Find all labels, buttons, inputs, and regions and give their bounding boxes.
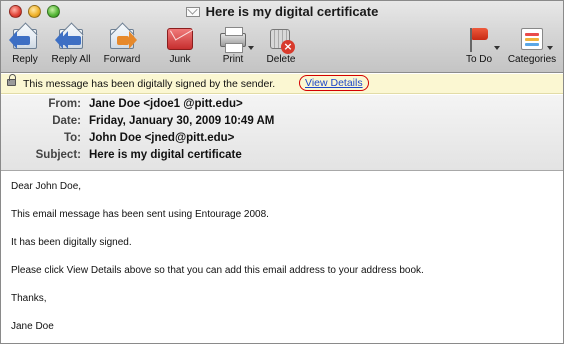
printer-icon [218,26,254,53]
chevron-down-icon [547,46,553,50]
reply-icon [9,26,40,52]
body-paragraph: Please click View Details above so that … [11,265,424,276]
envelope-icon [185,7,200,17]
subject-label: Subject: [35,149,81,161]
to-value[interactable]: John Doe <jned@pitt.edu> [89,132,234,144]
delete-button[interactable]: Delete [261,26,301,65]
junk-button[interactable]: Junk [163,26,197,65]
date-label: Date: [52,115,81,127]
to-label: To: [63,132,81,144]
security-bar: This message has been digitally signed b… [1,74,563,94]
message-header: From: Jane Doe <jdoe1 @pitt.edu> Date: F… [1,95,563,171]
closing: Thanks, [11,293,47,304]
reply-all-icon [55,26,86,52]
toolbar: Here is my digital certificate Reply Rep… [1,1,563,73]
flag-icon [464,26,500,52]
reply-all-button[interactable]: Reply All [46,26,96,65]
view-details-link[interactable]: View Details [299,75,369,91]
forward-button[interactable]: Forward [99,26,145,65]
subject-value: Here is my digital certificate [89,149,242,161]
to-row: To: John Doe <jned@pitt.edu> [1,132,563,150]
window-title-text: Here is my digital certificate [205,4,379,19]
signature: Jane Doe [11,321,54,332]
categories-button[interactable]: Categories [503,26,561,65]
reply-button[interactable]: Reply [8,26,42,65]
window-title: Here is my digital certificate [1,4,563,19]
print-button[interactable]: Print [215,26,254,65]
from-label: From: [48,98,81,110]
date-value: Friday, January 30, 2009 10:49 AM [89,115,275,127]
body-paragraph: This email message has been sent using E… [11,209,269,220]
categories-icon [517,26,553,52]
subject-row: Subject: Here is my digital certificate [1,149,563,167]
from-value[interactable]: Jane Doe <jdoe1 @pitt.edu> [89,98,243,110]
chevron-down-icon [248,46,254,50]
body-paragraph: It has been digitally signed. [11,237,132,248]
date-row: Date: Friday, January 30, 2009 10:49 AM [1,115,563,133]
chevron-down-icon [494,46,500,50]
security-message: This message has been digitally signed b… [23,78,276,90]
junk-icon [165,26,195,52]
trash-icon [266,26,296,54]
todo-button[interactable]: To Do [459,26,500,65]
from-row: From: Jane Doe <jdoe1 @pitt.edu> [1,98,563,116]
email-window: Here is my digital certificate Reply Rep… [0,0,564,344]
greeting: Dear John Doe, [11,181,82,192]
forward-icon [107,26,137,52]
lock-icon [7,74,16,86]
